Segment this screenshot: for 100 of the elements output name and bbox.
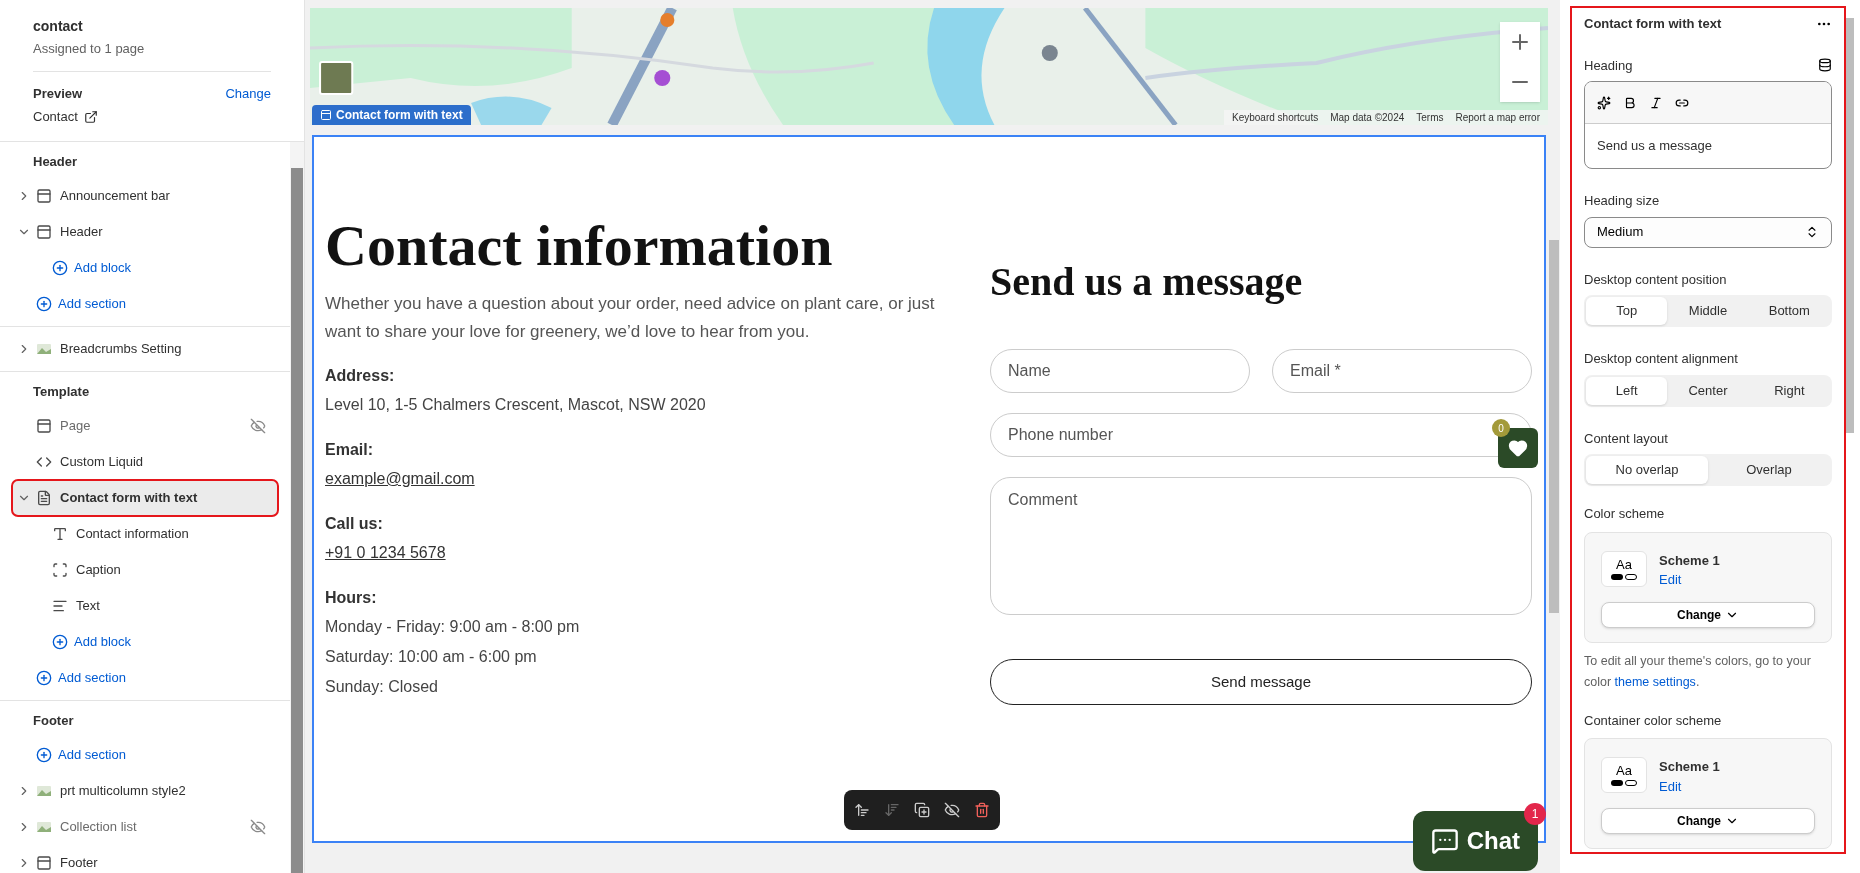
scheme-sample: Aa	[1616, 557, 1632, 572]
add-block-link[interactable]: Add block	[0, 249, 132, 286]
edit-link[interactable]: Edit	[1659, 776, 1720, 796]
field-label: Desktop content alignment	[1584, 350, 1739, 368]
group-heading: Template	[32, 382, 91, 401]
tree-item[interactable]: Text	[12, 587, 278, 624]
tree-item[interactable]: Footer	[12, 844, 278, 873]
map-attribution: Terms	[1416, 111, 1444, 125]
tree-item[interactable]: Caption	[12, 551, 278, 588]
edit-link[interactable]: Edit	[1659, 570, 1720, 590]
tree-item-label: prt multicolumn style2	[60, 781, 186, 800]
segment-option[interactable]: Top	[1586, 297, 1668, 325]
map-attribution[interactable]: Keyboard shortcuts	[1232, 110, 1319, 125]
text-icon	[52, 525, 68, 542]
detail-label: Address:	[325, 366, 396, 386]
section-icon	[320, 109, 332, 121]
segment-option[interactable]: Overlap	[1708, 456, 1830, 484]
move-up-icon[interactable]	[854, 802, 870, 818]
move-down-icon[interactable]	[884, 802, 900, 818]
comment-field[interactable]: Comment	[990, 477, 1532, 615]
duplicate-icon[interactable]	[914, 802, 930, 818]
form-icon	[36, 489, 52, 506]
heart-icon	[1508, 438, 1528, 458]
add-section-link[interactable]: Add section	[0, 659, 126, 696]
contact-link[interactable]: +91 0 1234 5678	[325, 544, 446, 561]
delete-icon[interactable]	[974, 802, 990, 818]
template-title: contact	[33, 17, 84, 36]
tree-item[interactable]: Page	[12, 407, 278, 444]
tree-item-label: Announcement bar	[60, 186, 170, 205]
scrollbar-thumb[interactable]	[1846, 18, 1854, 433]
tree-item[interactable]: Header	[12, 213, 278, 250]
section-icon	[36, 223, 52, 240]
segment-option[interactable]: Right	[1748, 376, 1830, 405]
add-section-link[interactable]: Add section	[0, 285, 126, 322]
detail-label: Email:	[325, 440, 374, 460]
wishlist-count: 0	[1492, 419, 1510, 437]
theme-settings-link[interactable]: theme settings	[1614, 674, 1696, 689]
tree-item[interactable]: Breadcrumbs Setting	[12, 330, 278, 367]
contact-heading: Contact information	[325, 212, 834, 280]
heading-value: Send us a message	[1596, 137, 1713, 156]
input-field[interactable]: Name	[990, 349, 1250, 393]
preview-label: Preview	[33, 84, 83, 103]
scheme-sample: Aa	[1616, 764, 1632, 778]
tree-item[interactable]: Contact information	[12, 515, 278, 552]
scrollbar-thumb[interactable]	[1549, 240, 1559, 613]
detail-text: Saturday: 10:00 am - 6:00 pm	[325, 648, 537, 665]
heading-size-select[interactable]: Medium	[1584, 216, 1832, 248]
italic-icon[interactable]	[1649, 95, 1663, 110]
detail-text: Sunday: Closed	[325, 678, 438, 695]
caption-icon	[52, 561, 68, 578]
section-tag: Contact form with text	[312, 105, 471, 125]
scrollbar-thumb[interactable]	[291, 167, 303, 873]
tree-item-label: Text	[76, 596, 100, 615]
field-label: Container color scheme	[1584, 711, 1723, 730]
tree-item[interactable]: prt multicolumn style2	[12, 772, 278, 809]
segment-option[interactable]: Left	[1586, 376, 1668, 405]
segment-option[interactable]: Center	[1667, 376, 1749, 405]
segment-option[interactable]: No overlap	[1586, 456, 1708, 484]
change-button[interactable]: Change	[1601, 601, 1815, 628]
tree-item[interactable]: Custom Liquid	[12, 443, 278, 480]
segment-option[interactable]: Bottom	[1748, 297, 1830, 325]
add-section-link[interactable]: Add section	[0, 736, 126, 773]
tree-item-label: Breadcrumbs Setting	[60, 339, 182, 358]
add-icon	[36, 746, 52, 763]
field-label: Content layout	[1584, 429, 1669, 448]
add-block-link[interactable]: Add block	[0, 623, 132, 660]
detail-text: Monday - Friday: 9:00 am - 8:00 pm	[325, 618, 580, 635]
template-subtitle: Assigned to 1 page	[33, 40, 146, 58]
scheme-name: Scheme 1	[1659, 758, 1720, 776]
external-link-icon[interactable]	[83, 109, 98, 124]
bold-icon[interactable]	[1623, 95, 1637, 110]
scheme-name: Scheme 1	[1659, 551, 1720, 570]
section-icon	[36, 417, 52, 434]
contact-intro: Whether you have a question about your order, need advice on plant care, or just want to share your love for greenery, we’d love to hear from you.	[325, 293, 935, 343]
hide-icon[interactable]	[944, 802, 960, 818]
map-attribution: Report a map error	[1455, 111, 1540, 125]
field-label: Heading	[1584, 56, 1633, 75]
change-button[interactable]: Change	[1601, 808, 1815, 834]
tree-item-label: Header	[60, 222, 103, 241]
rich-text-field[interactable]: Send us a message	[1584, 81, 1832, 169]
add-icon	[52, 259, 68, 276]
tree-item-label: Contact form with text	[60, 488, 198, 507]
sparkle-icon[interactable]	[1597, 95, 1611, 110]
settings-title: Contact form with text	[1584, 15, 1722, 33]
hidden-icon[interactable]	[250, 417, 266, 434]
tree-item-label: Contact information	[76, 524, 189, 543]
color-pills-icon	[1611, 573, 1637, 580]
segment-option[interactable]: Middle	[1667, 297, 1749, 325]
input-field[interactable]: Email *	[1272, 349, 1532, 393]
tree-item[interactable]: Collection list	[12, 808, 278, 845]
change-link[interactable]: Change	[225, 83, 271, 103]
contact-link[interactable]: example@gmail.com	[325, 470, 475, 487]
database-icon[interactable]	[1818, 58, 1832, 73]
color-pills-icon	[1611, 780, 1637, 786]
tree-item[interactable]: Contact form with text	[12, 479, 278, 516]
hidden-icon[interactable]	[250, 818, 266, 835]
tree-item[interactable]: Announcement bar	[12, 177, 278, 214]
tree-item-label: Page	[60, 416, 91, 435]
scheme-note: To edit all your theme's colors, go to your color theme settings.	[1584, 652, 1812, 691]
tree-item-label: Collection list	[60, 817, 137, 836]
